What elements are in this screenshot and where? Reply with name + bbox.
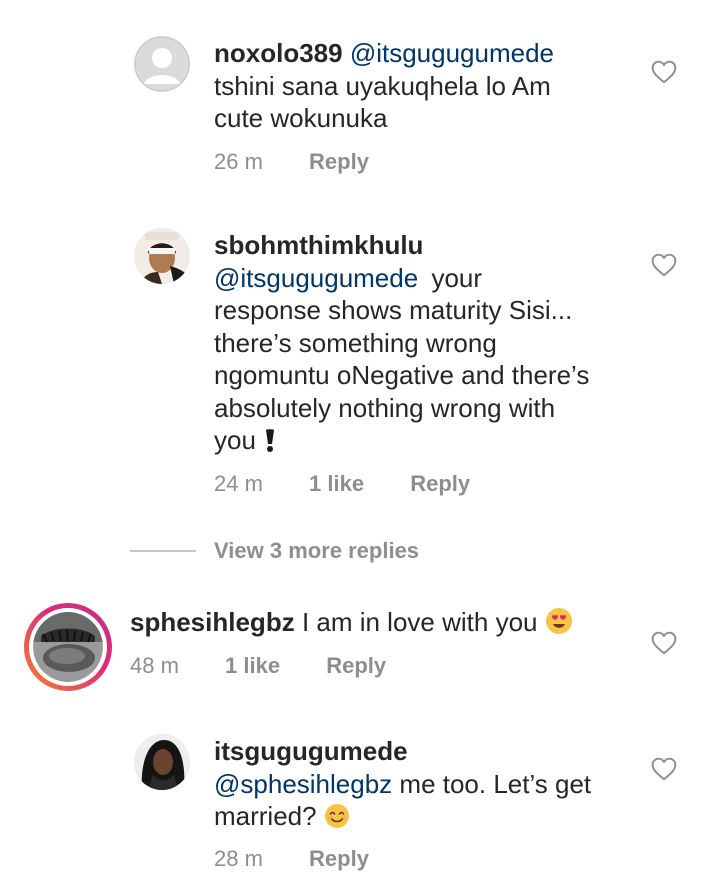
comment-text-line: married? — [214, 801, 317, 831]
user-photo — [134, 228, 190, 284]
comment-text-line: there’s something wrong — [214, 327, 497, 358]
reply-button[interactable]: Reply — [309, 846, 369, 872]
comment-text-line: absolutely nothing wrong with — [214, 392, 556, 423]
comment-username[interactable]: noxolo389 — [214, 38, 343, 68]
like-heart-icon[interactable] — [651, 253, 677, 277]
heart-eyes-emoji — [545, 608, 572, 634]
like-heart-icon[interactable] — [651, 631, 677, 655]
user-photo — [134, 734, 190, 790]
comment-username[interactable]: itsgugugumede — [214, 736, 408, 766]
reply-button[interactable]: Reply — [309, 149, 369, 175]
comment-meta: 48 m 1 like Reply — [130, 653, 386, 679]
comment-time: 26 m — [214, 149, 263, 174]
comment-body: sphesihlegbz I am in love with you — [130, 606, 630, 639]
comment-time: 24 m — [214, 471, 263, 496]
comment-time: 48 m — [130, 653, 179, 678]
comment-text-line: your — [431, 262, 483, 293]
comment-text-line: me too. Let’s get — [399, 768, 592, 799]
heavy-exclamation-icon — [266, 429, 275, 452]
reply-button[interactable]: Reply — [410, 471, 470, 497]
divider-line — [130, 550, 196, 552]
comment-text-line: tshini sana uyakuqhela lo Am — [214, 70, 551, 101]
comment-body: sbohmthimkhulu @itsgugugumede your respo… — [214, 229, 654, 457]
comment-username[interactable]: sphesihlegbz — [130, 607, 295, 637]
view-more-replies[interactable]: View 3 more replies — [130, 538, 630, 564]
comment-mention[interactable]: @itsgugugumede — [350, 38, 554, 68]
comment-username[interactable]: sbohmthimkhulu — [214, 230, 423, 260]
comment-text-line: cute wokunuka — [214, 103, 388, 133]
avatar[interactable] — [134, 36, 190, 92]
view-more-replies-label[interactable]: View 3 more replies — [214, 538, 419, 564]
comment-meta: 26 m Reply — [214, 149, 369, 175]
avatar — [29, 608, 107, 686]
comment-meta: 28 m Reply — [214, 846, 369, 872]
smiling-face-emoji — [324, 804, 349, 828]
likes-count[interactable]: 1 like — [225, 653, 280, 679]
user-photo — [33, 612, 103, 682]
comment-text-line: response shows maturity Sisi... — [214, 295, 573, 325]
comment-time: 28 m — [214, 846, 263, 871]
comment-body: itsgugugumede @sphesihlegbz me too. Let’… — [214, 735, 654, 833]
comment-mention[interactable]: @sphesihlegbz — [214, 769, 392, 799]
avatar[interactable] — [134, 734, 190, 790]
comment-mention[interactable]: @itsgugugumede — [214, 263, 418, 293]
default-avatar-icon — [134, 36, 190, 92]
avatar[interactable] — [134, 228, 190, 284]
comment-text: I am in love with you — [301, 607, 538, 637]
comment-body: noxolo389 @itsgugugumede tshini sana uya… — [214, 37, 634, 135]
likes-count[interactable]: 1 like — [309, 471, 364, 497]
comment-meta: 24 m 1 like Reply — [214, 471, 470, 497]
avatar-story-ring[interactable] — [24, 603, 112, 691]
like-heart-icon[interactable] — [651, 60, 677, 84]
comment-text-line: ngomuntu oNegative and there’s — [214, 360, 590, 390]
comment-text-line: you — [214, 425, 256, 455]
reply-button[interactable]: Reply — [326, 653, 386, 679]
like-heart-icon[interactable] — [651, 757, 677, 781]
